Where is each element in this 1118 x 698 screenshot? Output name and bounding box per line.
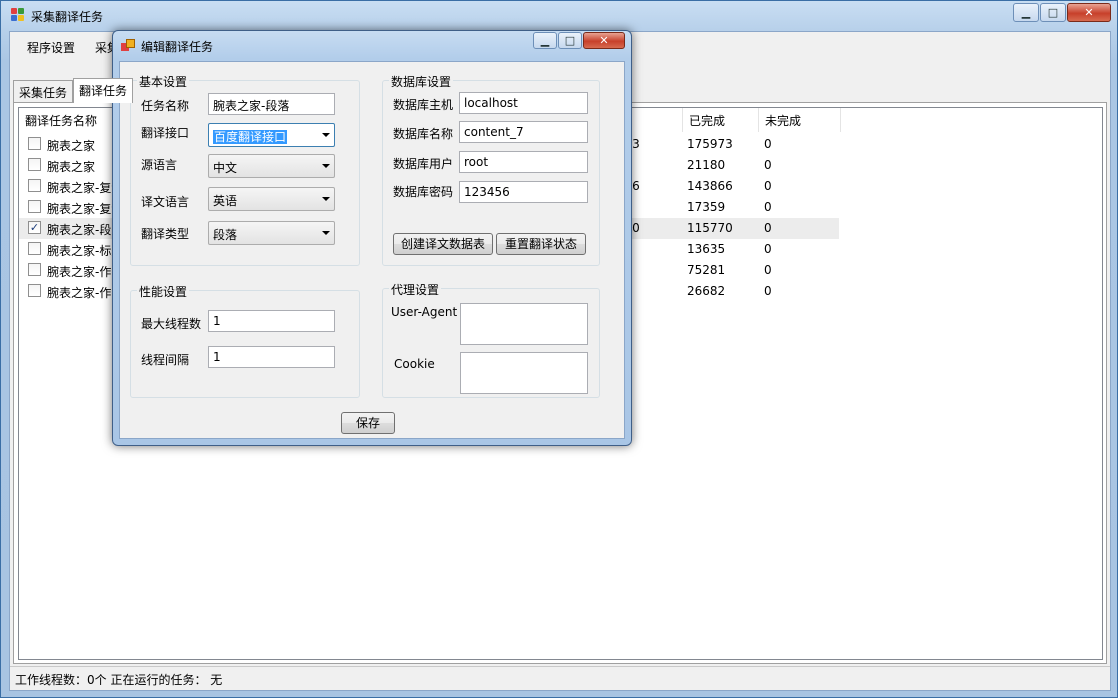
database-settings-title: 数据库设置 [389, 73, 454, 90]
save-button[interactable]: 保存 [341, 412, 395, 434]
proxy-settings-title: 代理设置 [389, 281, 442, 298]
db-host-label: 数据库主机 [393, 98, 454, 112]
db-user-input[interactable]: root [459, 151, 588, 173]
dialog-minimize-button[interactable]: ▁ [533, 32, 557, 49]
user-agent-label: User-Agent [391, 305, 458, 319]
src-lang-value: 中文 [213, 161, 238, 175]
maximize-button[interactable]: □ [1040, 3, 1066, 22]
app-icon [11, 8, 25, 22]
performance-settings-group: 性能设置 [130, 283, 360, 398]
row-done: 75281 [687, 263, 726, 277]
dialog-client: 基本设置 任务名称 腕表之家-段落 翻译接口 百度翻译接口 源语言 中文 译文语… [119, 61, 625, 439]
translate-type-select[interactable]: 段落 [208, 221, 335, 245]
row-done: 143866 [687, 179, 733, 193]
row-checkbox[interactable]: ✓ [28, 221, 41, 234]
row-done: 21180 [687, 158, 726, 172]
close-button[interactable]: ✕ [1067, 3, 1111, 22]
db-pass-label: 数据库密码 [393, 185, 454, 199]
dst-lang-select[interactable]: 英语 [208, 187, 335, 211]
translate-type-value: 段落 [213, 228, 238, 242]
chevron-down-icon [322, 231, 330, 235]
row-checkbox[interactable] [28, 179, 41, 192]
user-agent-input[interactable] [460, 303, 588, 345]
row-checkbox[interactable] [28, 242, 41, 255]
tab-translate-tasks[interactable]: 翻译任务 [73, 78, 134, 103]
chevron-down-icon [322, 164, 330, 168]
translate-type-label: 翻译类型 [141, 227, 190, 241]
row-checkbox[interactable] [28, 158, 41, 171]
status-bar: 工作线程数：0个 正在运行的任务： 无 [10, 666, 1110, 690]
edit-translate-task-dialog: 编辑翻译任务 ▁ □ ✕ 基本设置 任务名称 腕表之家-段落 翻译接口 百度翻译… [112, 30, 632, 446]
tab-collect-tasks[interactable]: 采集任务 [13, 80, 74, 102]
api-label: 翻译接口 [141, 126, 190, 140]
row-done: 175973 [687, 137, 733, 151]
row-checkbox[interactable] [28, 137, 41, 150]
row-undone: 0 [764, 284, 772, 298]
column-header-total[interactable] [630, 108, 683, 132]
performance-settings-title: 性能设置 [137, 283, 190, 300]
db-pass-input[interactable]: 123456 [459, 181, 588, 203]
row-undone: 0 [764, 200, 772, 214]
task-name-label: 任务名称 [141, 99, 190, 113]
row-undone: 0 [764, 221, 772, 235]
row-done: 13635 [687, 242, 726, 256]
row-done: 115770 [687, 221, 733, 235]
max-threads-input[interactable]: 1 [208, 310, 335, 332]
row-undone: 0 [764, 242, 772, 256]
row-undone: 0 [764, 263, 772, 277]
dst-lang-value: 英语 [213, 194, 238, 208]
column-header-done[interactable]: 已完成 [683, 108, 759, 132]
db-name-label: 数据库名称 [393, 127, 454, 141]
window-title: 采集翻译任务 [31, 10, 104, 24]
src-lang-label: 源语言 [141, 158, 178, 172]
db-user-label: 数据库用户 [393, 157, 454, 171]
column-header-undone[interactable]: 未完成 [759, 108, 841, 132]
reset-status-button[interactable]: 重置翻译状态 [496, 233, 586, 255]
dialog-caption-buttons: ▁ □ ✕ [532, 32, 625, 49]
thread-interval-label: 线程间隔 [141, 353, 190, 367]
task-name-input[interactable]: 腕表之家-段落 [208, 93, 335, 115]
basic-settings-title: 基本设置 [137, 73, 190, 90]
thread-interval-input[interactable]: 1 [208, 346, 335, 368]
create-table-button[interactable]: 创建译文数据表 [393, 233, 493, 255]
caption-buttons: ▁ □ ✕ [1012, 3, 1111, 22]
row-undone: 0 [764, 137, 772, 151]
row-name: 腕表之家 [47, 160, 96, 174]
row-done: 17359 [687, 200, 726, 214]
row-checkbox[interactable] [28, 200, 41, 213]
chevron-down-icon [322, 197, 330, 201]
menu-program-settings[interactable]: 程序设置 [27, 39, 75, 56]
api-select-value: 百度翻译接口 [213, 130, 288, 144]
dialog-maximize-button[interactable]: □ [558, 32, 582, 49]
dialog-icon [121, 39, 135, 53]
cookie-input[interactable] [460, 352, 588, 394]
dst-lang-label: 译文语言 [141, 195, 190, 209]
dialog-title: 编辑翻译任务 [141, 40, 214, 54]
db-name-input[interactable]: content_7 [459, 121, 588, 143]
dialog-close-button[interactable]: ✕ [583, 32, 625, 49]
row-done: 26682 [687, 284, 726, 298]
minimize-button[interactable]: ▁ [1013, 3, 1039, 22]
cookie-label: Cookie [394, 357, 435, 371]
row-name: 腕表之家 [47, 139, 96, 153]
row-undone: 0 [764, 179, 772, 193]
row-checkbox[interactable] [28, 263, 41, 276]
src-lang-select[interactable]: 中文 [208, 154, 335, 178]
db-host-input[interactable]: localhost [459, 92, 588, 114]
max-threads-label: 最大线程数 [141, 317, 202, 331]
row-undone: 0 [764, 158, 772, 172]
api-select[interactable]: 百度翻译接口 [208, 123, 335, 147]
row-checkbox[interactable] [28, 284, 41, 297]
chevron-down-icon [322, 133, 330, 137]
